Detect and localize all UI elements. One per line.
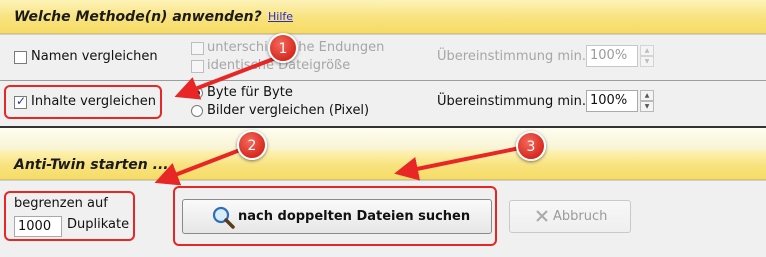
annotation-badge-3: 3 <box>516 131 546 161</box>
annotation-arrows <box>154 56 521 186</box>
annotation-badge-1: 1 <box>268 33 298 63</box>
annotation-badge-2: 2 <box>237 130 267 160</box>
annotation-arrow-1 <box>174 56 277 100</box>
annotation-arrow-3 <box>394 146 521 181</box>
annotation-arrow-2 <box>154 148 241 186</box>
